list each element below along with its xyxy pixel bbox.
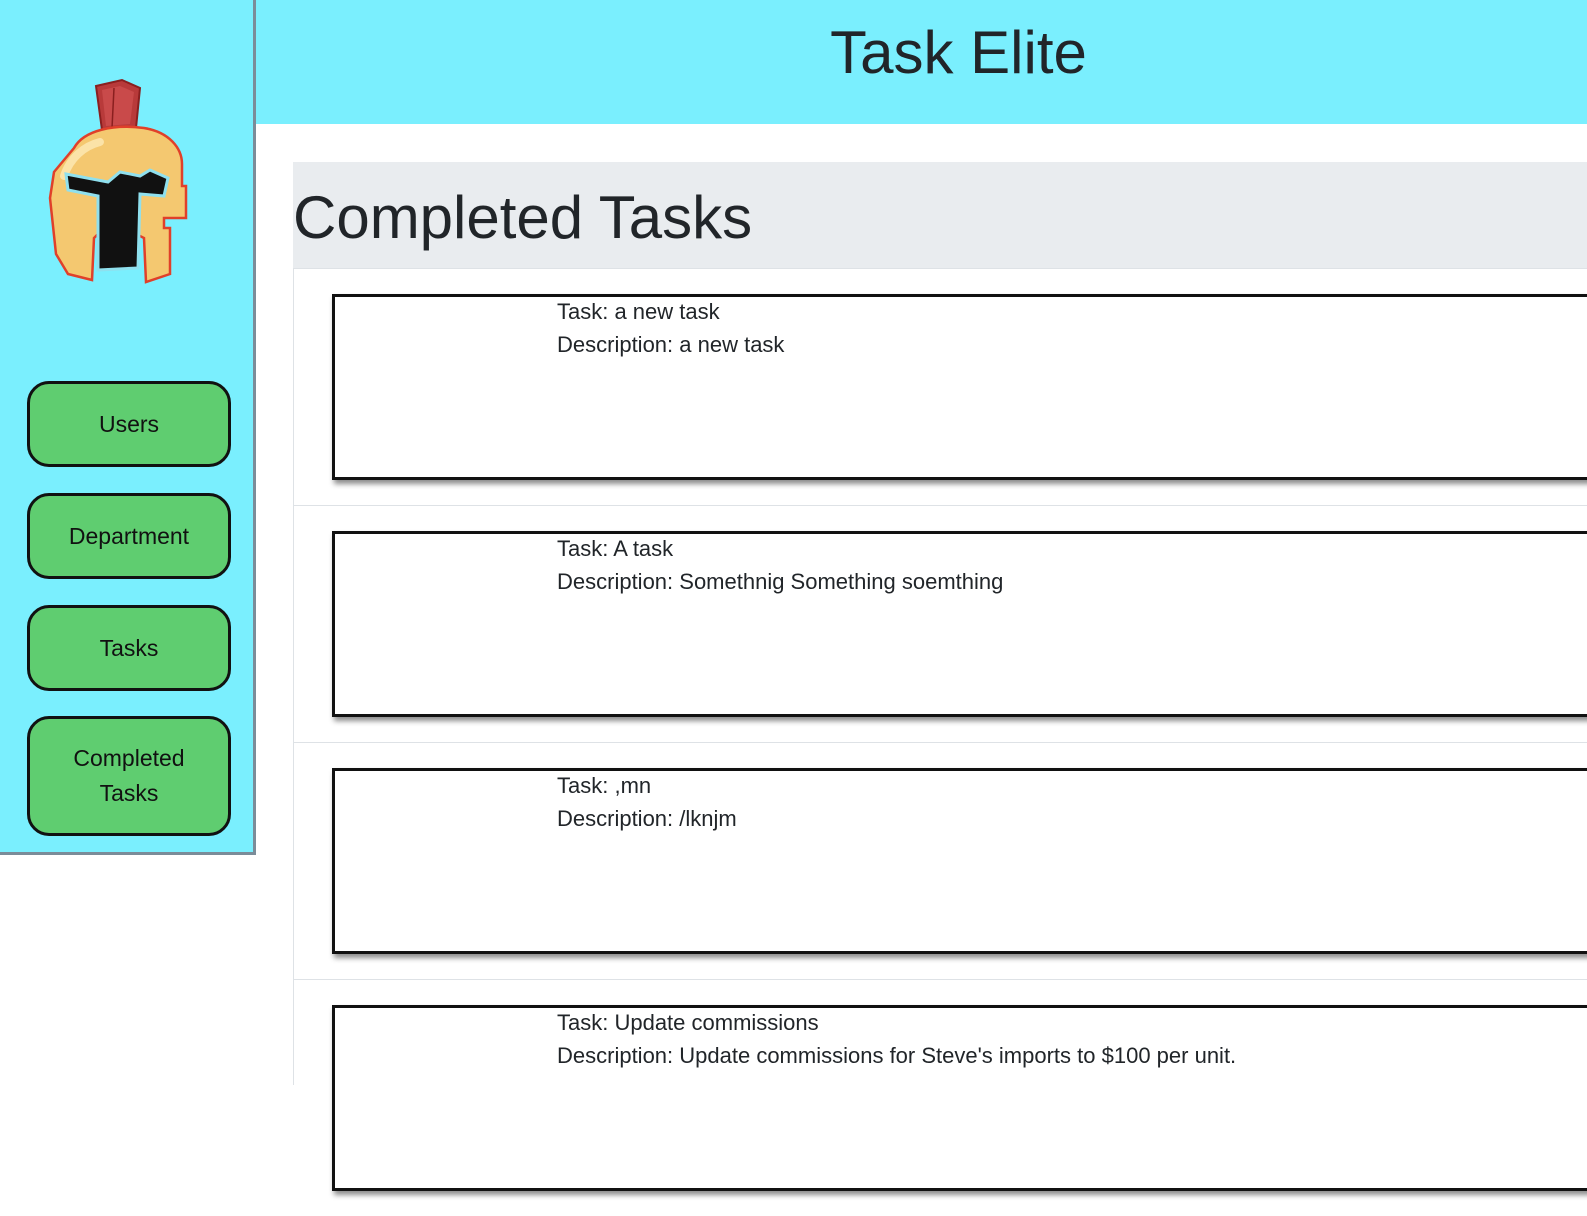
sidebar-item-tasks[interactable]: Tasks: [27, 605, 231, 691]
task-card[interactable]: Task: ,mn Description: /lknjm: [332, 768, 1587, 954]
sidebar-item-label: Department: [68, 522, 190, 549]
task-card[interactable]: Task: A task Description: Somethnig Some…: [332, 531, 1587, 717]
task-card[interactable]: Task: a new task Description: a new task: [332, 294, 1587, 480]
task-card[interactable]: Task: Update commissions Description: Up…: [332, 1005, 1587, 1191]
task-name: Task: ,mn: [557, 773, 652, 798]
completed-task-list: Task: a new task Description: a new task…: [293, 268, 1587, 1191]
sidebar-item-label: Completed Tasks: [73, 745, 185, 806]
list-item: Task: ,mn Description: /lknjm: [294, 742, 1587, 979]
task-description: Description: Update commissions for Stev…: [557, 1043, 1237, 1068]
task-description: Description: a new task: [557, 332, 785, 357]
sidebar-item-completed-tasks[interactable]: Completed Tasks: [27, 716, 231, 836]
app-title: Task Elite: [830, 19, 1087, 86]
sidebar-item-department[interactable]: Department: [27, 493, 231, 579]
task-name: Task: A task: [557, 536, 674, 561]
task-name: Task: a new task: [557, 299, 720, 324]
task-description: Description: Somethnig Something soemthi…: [557, 569, 1004, 594]
list-item: Task: A task Description: Somethnig Some…: [294, 505, 1587, 742]
sidebar-item-label: Tasks: [99, 634, 159, 661]
sidebar: Users Department Tasks Completed Tasks: [0, 0, 256, 855]
page-title: Completed Tasks: [293, 184, 753, 251]
sidebar-item-users[interactable]: Users: [27, 381, 231, 467]
app-header: Task Elite: [256, 0, 1587, 124]
sidebar-item-label: Users: [98, 410, 160, 437]
task-description: Description: /lknjm: [557, 806, 737, 831]
list-item: Task: a new task Description: a new task: [294, 268, 1587, 505]
page-heading-banner: Completed Tasks: [293, 162, 1587, 268]
task-name: Task: Update commissions: [557, 1010, 819, 1035]
list-item: Task: Update commissions Description: Up…: [294, 979, 1587, 1216]
spartan-helmet-logo: [48, 78, 188, 284]
